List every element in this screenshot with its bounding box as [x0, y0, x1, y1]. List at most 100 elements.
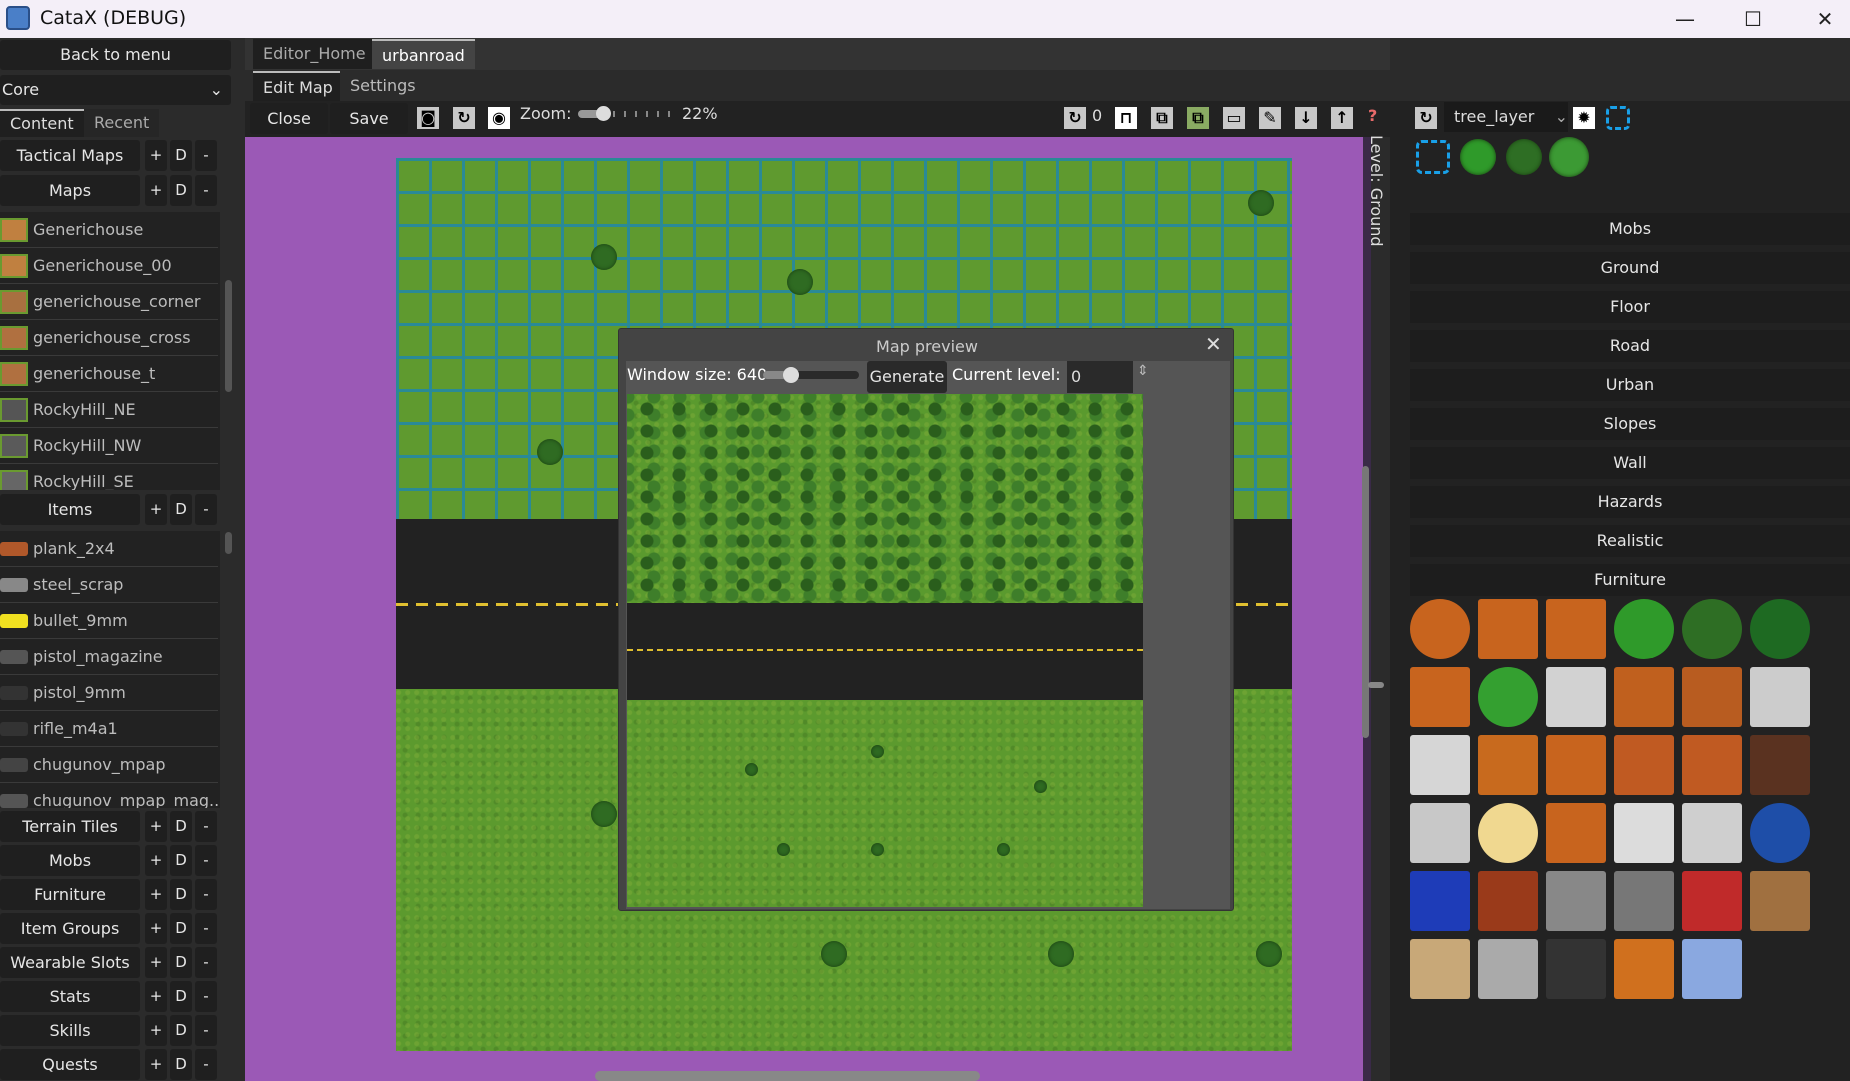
- maps-scrollbar[interactable]: [225, 280, 232, 392]
- bed-icon[interactable]: [1478, 599, 1538, 659]
- category-slopes[interactable]: Slopes: [1410, 408, 1850, 440]
- add-quests-button[interactable]: +: [145, 1049, 167, 1080]
- manhole-icon[interactable]: [1546, 939, 1606, 999]
- crate-icon[interactable]: [1546, 735, 1606, 795]
- category-road[interactable]: Road: [1410, 330, 1850, 362]
- berry-bush-icon[interactable]: [1750, 599, 1810, 659]
- bookshelf-icon[interactable]: [1750, 871, 1810, 931]
- delete-stats-button[interactable]: -: [195, 981, 217, 1012]
- split-handle[interactable]: [1368, 682, 1384, 688]
- mod-select[interactable]: Core ⌄: [0, 75, 231, 105]
- table-icon[interactable]: [1410, 667, 1470, 727]
- bush-icon[interactable]: [1614, 599, 1674, 659]
- category-realistic[interactable]: Realistic: [1410, 525, 1850, 557]
- visibility-icon[interactable]: ◉: [487, 106, 511, 130]
- bench-icon[interactable]: [1478, 735, 1538, 795]
- level-up-icon[interactable]: ↑: [1330, 106, 1354, 130]
- delete-item-groups-button[interactable]: -: [195, 913, 217, 944]
- duplicate-stats-button[interactable]: D: [170, 981, 192, 1012]
- rectangle-icon[interactable]: ▭: [1222, 106, 1246, 130]
- list-item-map[interactable]: Generichouse: [0, 212, 218, 248]
- list-item-item[interactable]: plank_2x4: [0, 531, 218, 567]
- add-terrain-tiles-button[interactable]: +: [145, 811, 167, 842]
- console-icon[interactable]: [1614, 871, 1674, 931]
- section-furniture-button[interactable]: Furniture: [0, 879, 140, 910]
- shelf-icon[interactable]: [1614, 667, 1674, 727]
- paper-desk-icon[interactable]: [1546, 803, 1606, 863]
- duplicate-furniture-button[interactable]: D: [170, 879, 192, 910]
- category-urban[interactable]: Urban: [1410, 369, 1850, 401]
- save-map-button[interactable]: Save: [330, 103, 408, 134]
- copy-icon[interactable]: ⧉: [1150, 106, 1174, 130]
- vending-machine-icon[interactable]: [1478, 871, 1538, 931]
- dark-bush-brush-icon[interactable]: [1506, 139, 1542, 175]
- current-level-input[interactable]: 0: [1067, 361, 1133, 393]
- back-to-menu-button[interactable]: Back to menu: [0, 40, 231, 70]
- section-wearable-slots-button[interactable]: Wearable Slots: [0, 947, 140, 978]
- delete-furniture-button[interactable]: -: [195, 879, 217, 910]
- section-items-button[interactable]: Items: [0, 494, 140, 525]
- delete-wearable-slots-button[interactable]: -: [195, 947, 217, 978]
- category-furniture[interactable]: Furniture: [1410, 564, 1850, 596]
- wood-table-icon[interactable]: [1682, 735, 1742, 795]
- add-maps-button[interactable]: +: [145, 175, 167, 206]
- zoom-slider[interactable]: [578, 106, 670, 121]
- list-item-item[interactable]: bullet_9mm: [0, 603, 218, 639]
- section-stats-button[interactable]: Stats: [0, 981, 140, 1012]
- toilet-icon[interactable]: [1410, 735, 1470, 795]
- sofa-icon[interactable]: [1410, 871, 1470, 931]
- close-map-button[interactable]: Close: [250, 103, 328, 134]
- tab-editor-home[interactable]: Editor_Home: [253, 39, 376, 69]
- section-skills-button[interactable]: Skills: [0, 1015, 140, 1046]
- duplicate-maps-button[interactable]: D: [170, 175, 192, 206]
- delete-items-button[interactable]: -: [195, 494, 217, 525]
- duplicate-item-groups-button[interactable]: D: [170, 913, 192, 944]
- list-item-map[interactable]: RockyHill_NW: [0, 428, 218, 464]
- eraser-icon[interactable]: ✎: [1258, 106, 1282, 130]
- horizontal-scrollbar[interactable]: [595, 1071, 980, 1081]
- add-skills-button[interactable]: +: [145, 1015, 167, 1046]
- add-furniture-button[interactable]: +: [145, 879, 167, 910]
- stove-icon[interactable]: [1682, 803, 1742, 863]
- delete-tactical-maps-button[interactable]: -: [195, 140, 217, 171]
- add-item-groups-button[interactable]: +: [145, 913, 167, 944]
- lamp-icon[interactable]: [1478, 803, 1538, 863]
- delete-maps-button[interactable]: -: [195, 175, 217, 206]
- minimize-button[interactable]: —: [1662, 4, 1708, 34]
- section-item-groups-button[interactable]: Item Groups: [0, 913, 140, 944]
- fence-icon[interactable]: [1478, 939, 1538, 999]
- duplicate-skills-button[interactable]: D: [170, 1015, 192, 1046]
- duplicate-terrain-tiles-button[interactable]: D: [170, 811, 192, 842]
- section-tactical-maps-button[interactable]: Tactical Maps: [0, 140, 140, 171]
- list-item-map[interactable]: Generichouse_00: [0, 248, 218, 284]
- add-tactical-maps-button[interactable]: +: [145, 140, 167, 171]
- section-maps-button[interactable]: Maps: [0, 175, 140, 206]
- category-wall[interactable]: Wall: [1410, 447, 1850, 479]
- delete-terrain-tiles-button[interactable]: -: [195, 811, 217, 842]
- list-item-map[interactable]: RockyHill_NE: [0, 392, 218, 428]
- help-icon[interactable]: ?: [1368, 106, 1377, 125]
- duplicate-wearable-slots-button[interactable]: D: [170, 947, 192, 978]
- list-item-item[interactable]: pistol_magazine: [0, 639, 218, 675]
- rug-icon[interactable]: [1410, 939, 1470, 999]
- duplicate-items-button[interactable]: D: [170, 494, 192, 525]
- bathtub-icon[interactable]: [1614, 803, 1674, 863]
- delete-skills-button[interactable]: -: [195, 1015, 217, 1046]
- add-mobs-button[interactable]: +: [145, 845, 167, 876]
- generate-button[interactable]: Generate: [867, 361, 947, 393]
- fridge-icon[interactable]: [1546, 667, 1606, 727]
- water-cooler-icon[interactable]: [1750, 803, 1810, 863]
- items-scrollbar[interactable]: [225, 532, 232, 554]
- category-hazards[interactable]: Hazards: [1410, 486, 1850, 518]
- microwave-icon[interactable]: [1546, 871, 1606, 931]
- delete-mobs-button[interactable]: -: [195, 845, 217, 876]
- list-item-item[interactable]: steel_scrap: [0, 567, 218, 603]
- counter-icon[interactable]: [1546, 599, 1606, 659]
- bush-brush-icon[interactable]: [1460, 139, 1496, 175]
- rotate-tile-icon[interactable]: ↻: [1063, 106, 1087, 130]
- washer-icon[interactable]: [1750, 667, 1810, 727]
- list-item-item[interactable]: rifle_m4a1: [0, 711, 218, 747]
- brush-icon[interactable]: ◙: [416, 106, 440, 130]
- tab-settings[interactable]: Settings: [340, 71, 426, 101]
- zoom-slider-handle[interactable]: [596, 106, 611, 121]
